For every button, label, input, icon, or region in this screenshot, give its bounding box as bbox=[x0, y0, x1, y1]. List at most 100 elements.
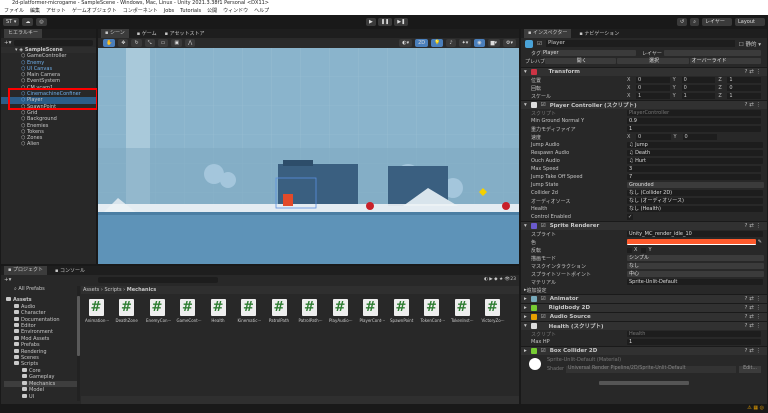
transform-y-field[interactable]: 0 bbox=[681, 76, 716, 84]
script-asset[interactable]: # TokenCont··· bbox=[421, 299, 445, 323]
enabled-checkbox[interactable] bbox=[541, 323, 545, 329]
component-menu-icons[interactable]: ? ⇄ ⋮ bbox=[744, 348, 761, 354]
component-header[interactable]: ▸ ☑ Box Collider 2D ? ⇄ ⋮ bbox=[521, 346, 767, 355]
enabled-checkbox[interactable]: ☑ bbox=[541, 296, 546, 302]
effects-icon[interactable]: ✦▾ bbox=[458, 39, 472, 47]
transform-x-field[interactable]: 1 bbox=[636, 92, 670, 100]
tab-0[interactable]: ▪ インスペクター bbox=[524, 29, 572, 38]
property-field[interactable]: 3 bbox=[627, 165, 761, 173]
script-asset[interactable]: # DeathZone bbox=[116, 299, 138, 323]
enabled-checkbox[interactable] bbox=[541, 69, 545, 75]
transform-x-field[interactable]: 0 bbox=[636, 76, 670, 84]
history-icon[interactable]: ↺ bbox=[676, 17, 688, 26]
tab-2[interactable]: ▪ アセットストア bbox=[165, 30, 205, 37]
cloud-icon[interactable]: ☁ bbox=[22, 17, 34, 26]
active-checkbox[interactable]: ☑ bbox=[537, 41, 542, 47]
tree-scrollbar[interactable] bbox=[77, 286, 80, 401]
prefab-override-dropdown[interactable]: オーバーライド bbox=[689, 57, 761, 65]
control-enabled-checkbox[interactable]: ✓ bbox=[627, 214, 634, 220]
foldout-closed-icon[interactable]: ▸ bbox=[524, 296, 527, 302]
transform-tool-icon[interactable]: ▣ bbox=[171, 39, 183, 47]
foldout-closed-icon[interactable]: ▸ bbox=[524, 305, 527, 311]
all-prefabs[interactable]: ⌕ All Prefabs bbox=[4, 286, 77, 292]
search-icon[interactable]: ⌕ bbox=[690, 17, 699, 26]
property-field[interactable]: 7 bbox=[627, 173, 761, 181]
add-component-button[interactable] bbox=[599, 381, 689, 385]
component-menu-icons[interactable]: ? ⇄ ⋮ bbox=[744, 223, 761, 229]
menu-item[interactable]: 公開 bbox=[207, 7, 217, 15]
static-toggle[interactable]: ☐ 静的 ▾ bbox=[739, 40, 761, 48]
property-dropdown[interactable]: 中心 bbox=[627, 270, 765, 278]
property-field[interactable]: Health bbox=[627, 330, 761, 338]
component-menu-icons[interactable]: ? ⇄ ⋮ bbox=[744, 305, 761, 311]
script-asset[interactable]: # TokenInst··· bbox=[451, 299, 474, 323]
script-asset[interactable]: # GameCont··· bbox=[177, 299, 202, 323]
prefab-select-button[interactable]: 選択 bbox=[617, 57, 689, 65]
layer-dropdown[interactable] bbox=[664, 49, 761, 57]
enabled-checkbox[interactable]: ☑ bbox=[541, 314, 546, 320]
tab-1[interactable]: ▪ コンソール bbox=[55, 267, 85, 274]
enabled-checkbox[interactable]: ☑ bbox=[541, 102, 546, 108]
play-button[interactable]: ▶ bbox=[366, 17, 376, 26]
menu-item[interactable]: ファイル bbox=[4, 7, 24, 15]
transform-z-field[interactable]: 1 bbox=[727, 76, 762, 84]
foldout-open-icon[interactable]: ▾ bbox=[524, 102, 527, 108]
property-dropdown[interactable]: なし bbox=[627, 262, 765, 270]
gizmos-icon[interactable]: ⚙▾ bbox=[503, 39, 516, 47]
menu-item[interactable]: 編集 bbox=[30, 7, 40, 15]
property-field[interactable]: 1 bbox=[627, 125, 761, 133]
tab-1[interactable]: ▪ ナビゲーション bbox=[579, 30, 619, 37]
layout-dropdown[interactable]: Layout bbox=[735, 17, 765, 26]
foldout-open-icon[interactable]: ▾ bbox=[524, 223, 527, 229]
hierarchy-search-input[interactable] bbox=[14, 39, 93, 46]
pause-button[interactable]: ❚❚ bbox=[377, 17, 393, 26]
hand-tool-icon[interactable]: ✋ bbox=[103, 39, 116, 47]
foldout-open-icon[interactable]: ▾ bbox=[524, 323, 527, 329]
script-asset[interactable]: # Animation··· bbox=[85, 299, 109, 323]
tab-hierarchy[interactable]: ヒエラルキー bbox=[4, 29, 43, 38]
property-field[interactable]: なし (Collider 2D) bbox=[627, 189, 763, 197]
camera-icon[interactable]: ▆▾ bbox=[487, 39, 500, 47]
collab-icon[interactable]: ◎ bbox=[36, 17, 47, 26]
shader-edit-button[interactable]: Edit... bbox=[739, 366, 761, 373]
scene-viewport[interactable] bbox=[98, 48, 520, 265]
foldout-open-icon[interactable]: ▾ bbox=[524, 69, 527, 75]
transform-z-field[interactable]: 1 bbox=[727, 92, 762, 100]
menu-item[interactable]: ウィンドウ bbox=[223, 7, 248, 15]
menu-item[interactable]: ゲームオブジェクト bbox=[72, 7, 117, 15]
velocity-x-field[interactable]: 0 bbox=[636, 133, 671, 141]
script-asset[interactable]: # EnemyCon··· bbox=[146, 299, 171, 323]
color-swatch[interactable] bbox=[627, 238, 756, 246]
component-header[interactable]: ▾ ☑ Player Controller (スクリプト) ? ⇄ ⋮ bbox=[521, 100, 767, 109]
property-dropdown[interactable]: シンプル bbox=[627, 254, 765, 262]
tag-dropdown[interactable]: Player bbox=[541, 49, 636, 57]
script-asset[interactable]: # VictoryZo··· bbox=[482, 299, 505, 323]
property-field[interactable]: ♫ Hurt bbox=[627, 157, 763, 165]
2d-toggle[interactable]: 2D bbox=[415, 39, 429, 47]
property-field[interactable]: なし (Health) bbox=[627, 205, 763, 213]
component-header[interactable]: ▸ Rigidbody 2D ? ⇄ ⋮ bbox=[521, 303, 767, 312]
object-name-input[interactable]: Player bbox=[545, 40, 735, 47]
add-asset-icon[interactable]: +▾ bbox=[4, 277, 11, 283]
component-header[interactable]: ▾ Health (スクリプト) ? ⇄ ⋮ bbox=[521, 321, 767, 330]
property-field[interactable]: Unity_MC_render_idle_10 bbox=[627, 230, 763, 238]
component-menu-icons[interactable]: ? ⇄ ⋮ bbox=[744, 314, 761, 320]
script-asset[interactable]: # Kinematic··· bbox=[238, 299, 261, 323]
lighting-icon[interactable]: 💡 bbox=[431, 39, 444, 47]
tab-1[interactable]: ▪ ゲーム bbox=[137, 30, 157, 37]
component-header[interactable]: ▾ ☑ Sprite Renderer ? ⇄ ⋮ bbox=[521, 221, 767, 230]
eyedropper-icon[interactable]: ✎ bbox=[758, 239, 762, 245]
add-icon[interactable]: +▾ bbox=[4, 40, 11, 46]
tab-0[interactable]: ▪ プロジェクト bbox=[4, 266, 47, 275]
component-menu-icons[interactable]: ? ⇄ ⋮ bbox=[744, 102, 761, 108]
hierarchy-item[interactable]: ⬡ Alien bbox=[1, 141, 96, 147]
tab-0[interactable]: ▪ シーン bbox=[101, 29, 129, 38]
flip-y-checkbox[interactable] bbox=[641, 247, 647, 253]
component-menu-icons[interactable]: ? ⇄ ⋮ bbox=[744, 69, 761, 75]
audio-icon[interactable]: ♪ bbox=[446, 39, 456, 47]
prefab-open-button[interactable]: 開く bbox=[545, 57, 617, 65]
transform-y-field[interactable]: 1 bbox=[681, 92, 716, 100]
component-menu-icons[interactable]: ? ⇄ ⋮ bbox=[744, 323, 761, 329]
component-header[interactable]: ▸ ☑ Animator ? ⇄ ⋮ bbox=[521, 294, 767, 303]
property-dropdown[interactable]: Grounded bbox=[627, 181, 765, 189]
